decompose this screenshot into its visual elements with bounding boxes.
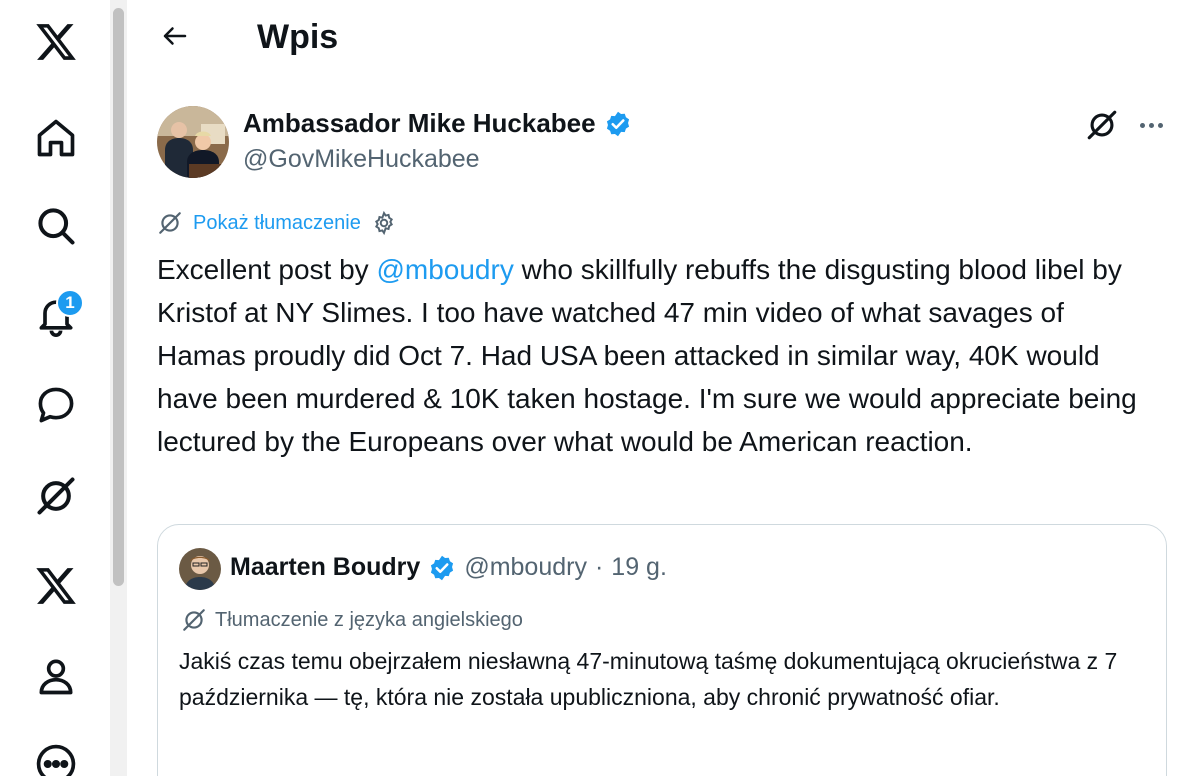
verified-badge-icon [428, 554, 456, 582]
tweet-text-part: Excellent post by [157, 254, 377, 285]
arrow-left-icon [163, 27, 187, 45]
grok-icon[interactable] [1085, 108, 1119, 142]
gear-icon[interactable] [371, 210, 397, 236]
notification-badge: 1 [56, 289, 84, 317]
dot-icon [1148, 122, 1154, 128]
grok-icon[interactable] [28, 468, 84, 524]
separator-dot: · [594, 553, 604, 581]
x-logo-icon[interactable] [28, 14, 84, 70]
verified-badge-icon [604, 110, 632, 138]
translate-grok-icon [157, 210, 183, 236]
author-name[interactable]: Ambassador Mike Huckabee [243, 108, 596, 139]
premium-x-icon[interactable] [28, 558, 84, 614]
author-handle[interactable]: @GovMikeHuckabee [243, 145, 480, 174]
search-icon[interactable] [28, 198, 84, 254]
more-circle-icon[interactable] [28, 736, 84, 776]
quoted-author-avatar[interactable] [179, 548, 221, 590]
mention-link[interactable]: @mboudry [376, 254, 513, 285]
home-icon[interactable] [28, 110, 84, 166]
quoted-header: Maarten Boudry @mboudry · 19 g. [230, 553, 667, 582]
translate-grok-icon [181, 607, 207, 633]
bell-icon[interactable]: 1 [28, 287, 84, 343]
left-nav: 1 [0, 0, 112, 776]
quoted-translation-label-row: Tłumaczenie z języka angielskiego [181, 607, 523, 633]
more-options-button[interactable] [1133, 108, 1169, 142]
dot-icon [1139, 122, 1145, 128]
quoted-tweet-text: Jakiś czas temu obejrzałem niesławną 47-… [179, 648, 1118, 710]
message-icon[interactable] [28, 377, 84, 433]
scrollbar-thumb[interactable] [113, 8, 124, 586]
quoted-author-handle[interactable]: @mboudry [464, 553, 587, 582]
person-icon[interactable] [28, 648, 84, 704]
author-name-row: Ambassador Mike Huckabee [243, 108, 632, 139]
dot-icon [1157, 122, 1163, 128]
quoted-author-name[interactable]: Maarten Boudry [230, 553, 420, 582]
quoted-tweet-card[interactable]: Maarten Boudry @mboudry · 19 g. Tłumacze… [157, 524, 1167, 776]
page-title: Wpis [257, 18, 339, 56]
author-avatar[interactable] [157, 106, 229, 178]
page-header: Wpis [127, 0, 1200, 78]
back-button[interactable] [155, 16, 195, 56]
quoted-translation-label: Tłumaczenie z języka angielskiego [215, 608, 523, 631]
show-translation-link[interactable]: Pokaż tłumaczenie [193, 212, 361, 235]
quoted-timestamp[interactable]: 19 g. [611, 553, 667, 582]
tweet-text: Excellent post by @mboudry who skillfull… [157, 248, 1157, 463]
show-translation-row[interactable]: Pokaż tłumaczenie [157, 210, 397, 236]
